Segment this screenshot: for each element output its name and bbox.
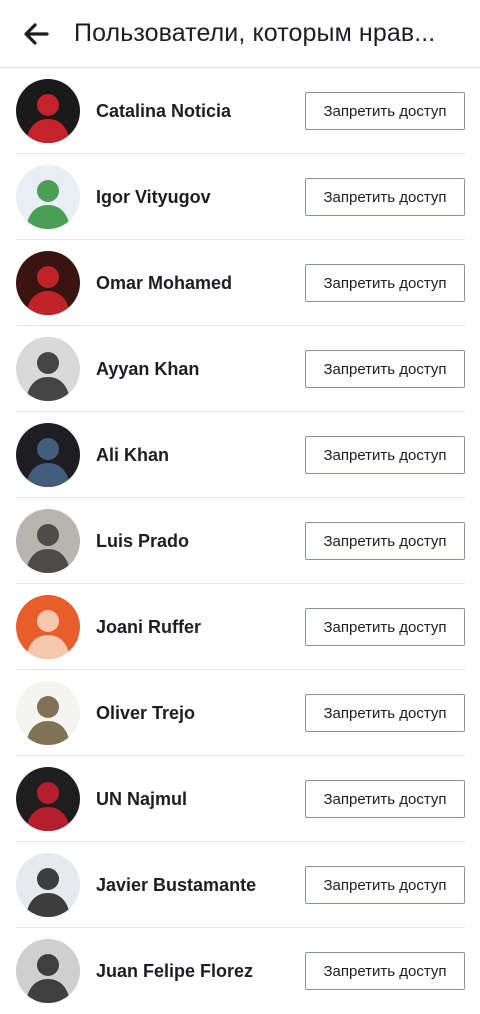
user-name[interactable]: Ali Khan (96, 445, 305, 466)
liked-users-list: Catalina Noticia Запретить доступ Igor V… (0, 68, 480, 1014)
user-name[interactable]: Javier Bustamante (96, 875, 305, 896)
avatar[interactable] (16, 509, 80, 573)
ban-button[interactable]: Запретить доступ (305, 522, 465, 560)
list-item: Ali Khan Запретить доступ (0, 412, 480, 498)
avatar[interactable] (16, 251, 80, 315)
user-name[interactable]: Catalina Noticia (96, 101, 305, 122)
user-name[interactable]: Igor Vityugov (96, 187, 305, 208)
list-item: Joani Ruffer Запретить доступ (0, 584, 480, 670)
ban-button[interactable]: Запретить доступ (305, 952, 465, 990)
list-item: Omar Mohamed Запретить доступ (0, 240, 480, 326)
list-item: Catalina Noticia Запретить доступ (0, 68, 480, 154)
avatar[interactable] (16, 337, 80, 401)
avatar[interactable] (16, 767, 80, 831)
list-item: Igor Vityugov Запретить доступ (0, 154, 480, 240)
user-name[interactable]: Oliver Trejo (96, 703, 305, 724)
avatar[interactable] (16, 165, 80, 229)
user-name[interactable]: Luis Prado (96, 531, 305, 552)
list-item: Oliver Trejo Запретить доступ (0, 670, 480, 756)
ban-button[interactable]: Запретить доступ (305, 608, 465, 646)
user-name[interactable]: Ayyan Khan (96, 359, 305, 380)
avatar[interactable] (16, 939, 80, 1003)
ban-button[interactable]: Запретить доступ (305, 436, 465, 474)
page-title: Пользователи, которым нрав... (74, 19, 436, 47)
ban-button[interactable]: Запретить доступ (305, 264, 465, 302)
avatar[interactable] (16, 681, 80, 745)
back-arrow-icon[interactable] (14, 12, 58, 56)
avatar[interactable] (16, 853, 80, 917)
user-name[interactable]: UN Najmul (96, 789, 305, 810)
user-name[interactable]: Omar Mohamed (96, 273, 305, 294)
avatar[interactable] (16, 595, 80, 659)
ban-button[interactable]: Запретить доступ (305, 694, 465, 732)
top-bar: Пользователи, которым нрав... (0, 0, 480, 68)
user-name[interactable]: Joani Ruffer (96, 617, 305, 638)
ban-button[interactable]: Запретить доступ (305, 178, 465, 216)
ban-button[interactable]: Запретить доступ (305, 780, 465, 818)
ban-button[interactable]: Запретить доступ (305, 350, 465, 388)
user-name[interactable]: Juan Felipe Florez (96, 961, 305, 982)
avatar[interactable] (16, 79, 80, 143)
list-item: Javier Bustamante Запретить доступ (0, 842, 480, 928)
list-item: UN Najmul Запретить доступ (0, 756, 480, 842)
list-item: Luis Prado Запретить доступ (0, 498, 480, 584)
list-item: Juan Felipe Florez Запретить доступ (0, 928, 480, 1014)
ban-button[interactable]: Запретить доступ (305, 866, 465, 904)
ban-button[interactable]: Запретить доступ (305, 92, 465, 130)
list-item: Ayyan Khan Запретить доступ (0, 326, 480, 412)
avatar[interactable] (16, 423, 80, 487)
